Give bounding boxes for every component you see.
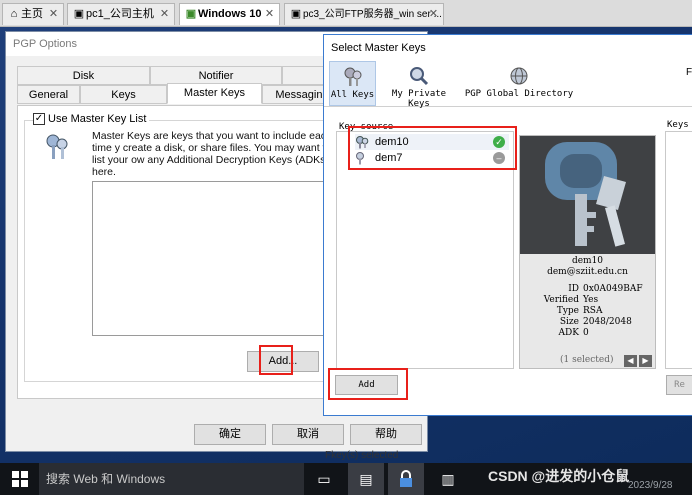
tab-master-keys[interactable]: Master Keys — [167, 83, 262, 104]
toolbar-cut-label: F — [686, 67, 692, 78]
close-icon[interactable]: ✕ — [47, 4, 60, 24]
vm-tab-label: 主页 — [21, 8, 43, 20]
prev-arrow-icon[interactable]: ◀ — [624, 355, 637, 367]
keys-icon — [344, 67, 361, 86]
close-icon[interactable]: ✕ — [427, 4, 440, 24]
keys-label: Keys — [667, 120, 689, 130]
detail-row-id: ID 0x0A049BAF — [568, 284, 643, 294]
globe-key-icon — [510, 67, 528, 85]
use-master-key-list-checkbox[interactable]: ✓ Use Master Key List — [33, 113, 150, 125]
vm-icon: ▣ — [73, 8, 85, 20]
detail-name: dem10 — [571, 256, 604, 266]
vm-icon: ▣ — [185, 8, 197, 20]
toolbar-all-keys[interactable]: All Keys — [329, 61, 376, 106]
toolbar-pgp-global-directory[interactable]: PGP Global Directory — [464, 61, 574, 106]
selected-count: (1 selected) — [560, 355, 614, 365]
detail-row-verified: Verified Yes — [543, 295, 599, 305]
large-keys-icon — [545, 142, 626, 247]
key-source-toolbar: All Keys My Private Keys PGP Global Dire… — [324, 61, 692, 109]
detail-row-size: Size 2048/2048 — [559, 317, 632, 327]
highlight-box-add — [259, 345, 293, 375]
tab-disk[interactable]: Disk — [17, 66, 150, 85]
vm-tab-pc1[interactable]: ▣ pc1_公司主机 ✕ — [67, 3, 175, 25]
toolbar-label: All Keys — [330, 90, 375, 100]
cancel-button[interactable]: 取消 — [272, 424, 344, 445]
taskbar-app-terminal-icon[interactable]: ▤ — [348, 463, 384, 495]
use-master-key-list-label: Use Master Key List — [48, 113, 147, 125]
toolbar-label: PGP Global Directory — [464, 89, 574, 99]
help-button[interactable]: 帮助 — [350, 424, 422, 445]
vm-tab-label: Windows 10 — [198, 8, 262, 20]
vm-tab-home[interactable]: ⌂ 主页 ✕ — [2, 3, 64, 25]
clock-date: 2023/9/28 — [628, 480, 673, 491]
status-fragment: Fkey(s) selected — [325, 450, 399, 461]
toolbar-my-private-keys[interactable]: My Private Keys — [379, 61, 459, 109]
task-view-icon[interactable]: ▭ — [306, 463, 342, 495]
vm-tab-strip: ⌂ 主页 ✕ ▣ pc1_公司主机 ✕ ▣ Windows 10 ✕ ▣ pc3_公司F… — [0, 0, 692, 27]
detail-row-adk: ADK 0 — [558, 328, 589, 338]
toolbar-label: My Private Keys — [391, 89, 447, 109]
highlight-box-add-key — [328, 368, 408, 400]
detail-row-type: Type RSA — [556, 306, 603, 316]
vm-tab-windows10[interactable]: ▣ Windows 10 ✕ — [179, 3, 280, 25]
ok-button[interactable]: 确定 — [194, 424, 266, 445]
close-icon[interactable]: ✕ — [263, 4, 276, 24]
taskbar-app-pgp-icon[interactable] — [388, 463, 424, 495]
taskbar-search[interactable]: 搜索 Web 和 Windows — [39, 463, 304, 495]
lock-icon — [400, 470, 412, 487]
dialog-title: Select Master Keys — [331, 42, 426, 54]
highlight-box-keys — [348, 126, 517, 170]
vm-tab-label: pc1_公司主机 — [86, 8, 154, 20]
search-key-icon — [410, 67, 429, 86]
master-keys-icon — [46, 134, 68, 159]
master-keys-description: Master Keys are keys that you want to in… — [92, 130, 332, 178]
detail-email: dem@sziit.edu.cn — [547, 267, 628, 277]
windows-logo-icon — [12, 471, 28, 487]
tab-keys[interactable]: Keys — [80, 85, 167, 104]
next-arrow-icon[interactable]: ▶ — [639, 355, 652, 367]
vm-icon: ▣ — [290, 8, 302, 20]
checkbox-check-icon: ✓ — [33, 113, 45, 125]
vm-tab-pc3[interactable]: ▣ pc3_公司FTP服务器_win ser ... ✕ — [284, 3, 444, 25]
start-button[interactable] — [2, 463, 38, 495]
close-icon[interactable]: ✕ — [158, 4, 171, 24]
master-key-list[interactable] — [92, 181, 330, 336]
vm-tab-label: pc3_公司FTP服务器_win ser ... — [303, 9, 442, 20]
selected-keys-list[interactable] — [665, 131, 692, 369]
key-detail-panel: dem10 dem@sziit.edu.cn ID 0x0A049BAF Veri… — [519, 135, 656, 369]
taskbar-app-icon[interactable]: ▥ — [430, 463, 466, 495]
remove-key-button[interactable]: Re — [666, 375, 692, 395]
watermark: CSDN @进发的小仓鼠 — [488, 468, 630, 484]
key-art — [520, 136, 655, 254]
home-icon: ⌂ — [10, 8, 18, 20]
tab-general[interactable]: General — [17, 85, 80, 104]
